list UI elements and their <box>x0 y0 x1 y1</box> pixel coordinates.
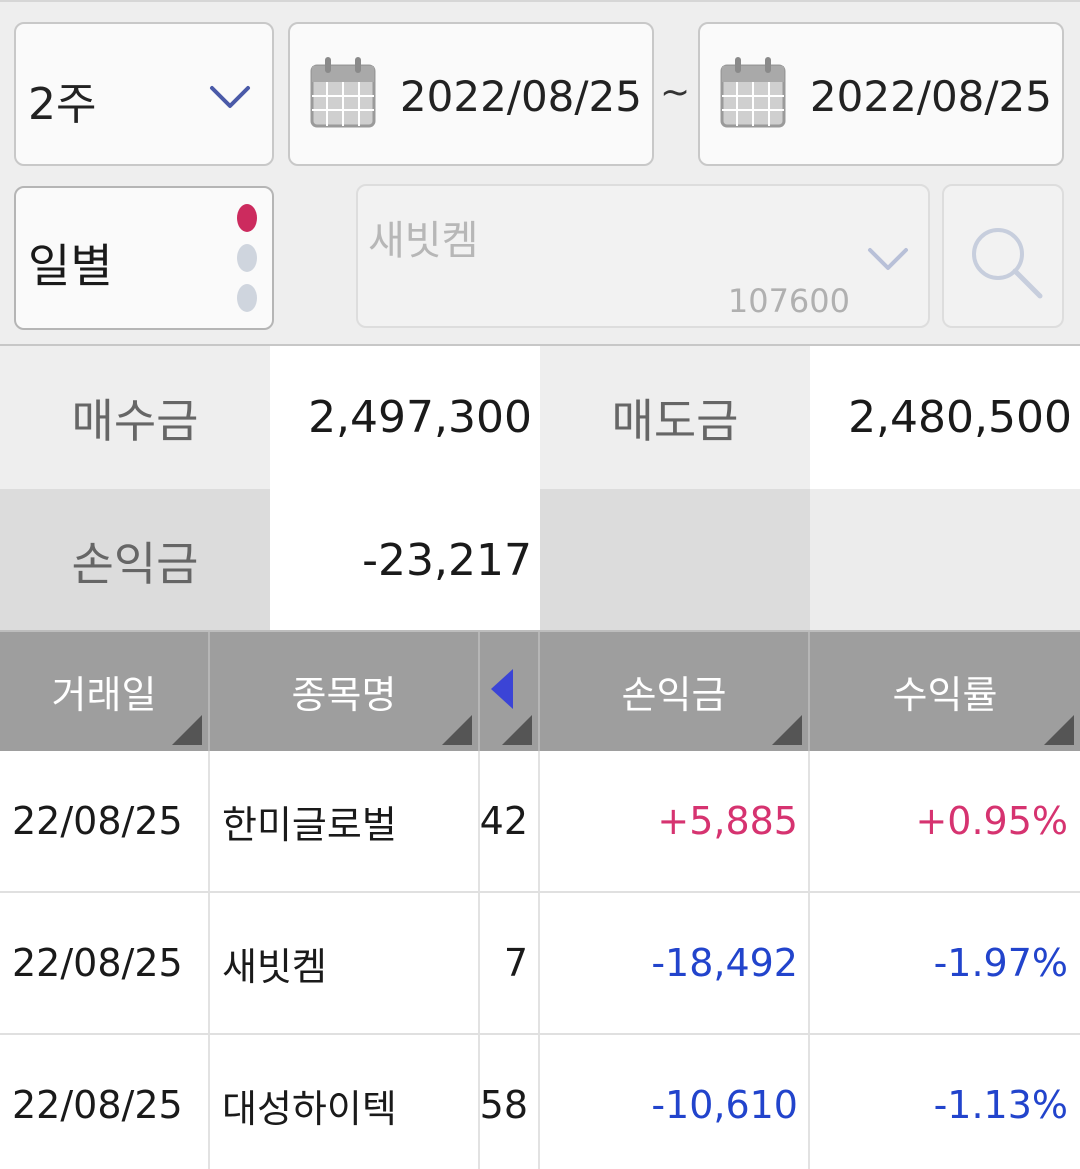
table-row[interactable]: 22/08/25 새빗켐 7 -18,492 -1.97% <box>0 893 1080 1035</box>
row-quantity: 58 <box>479 1083 528 1127</box>
end-date-value: 2022/08/25 <box>809 72 1052 121</box>
sell-amount-label: 매도금 <box>540 346 810 489</box>
date-range-separator: ~ <box>660 72 691 113</box>
page-indicator-dot <box>237 284 257 312</box>
table-row[interactable]: 22/08/25 대성하이텍 58 -10,610 -1.13% <box>0 1035 1080 1169</box>
buy-amount-value: 2,497,300 <box>270 346 540 489</box>
page-indicator-dot <box>237 244 257 272</box>
row-date: 22/08/25 <box>12 1083 183 1127</box>
period-value: 2주 <box>28 79 97 130</box>
table-header: 거래일 종목명 손익금 수익률 <box>0 632 1080 751</box>
row-profit-loss: +5,885 <box>657 799 798 843</box>
view-mode-value: 일별 <box>28 239 113 293</box>
stock-select[interactable]: 새빗켐 107600 <box>356 184 930 328</box>
row-stock-name: 새빗켐 <box>222 944 327 989</box>
sort-corner-icon <box>442 715 472 745</box>
start-date-value: 2022/08/25 <box>399 72 642 121</box>
search-icon <box>972 228 1043 299</box>
calendar-icon <box>720 57 786 128</box>
trade-table: 거래일 종목명 손익금 수익률 22/08/25 한미글로벌 42 +5,885… <box>0 630 1080 1169</box>
buy-amount-label: 매수금 <box>0 346 270 489</box>
period-select[interactable]: 2주 <box>14 22 274 166</box>
col-header-return-rate[interactable]: 수익률 <box>810 632 1080 751</box>
sort-corner-icon <box>1044 715 1074 745</box>
summary-empty-cell <box>810 489 1080 632</box>
row-stock-name: 한미글로벌 <box>222 802 397 847</box>
table-row[interactable]: 22/08/25 한미글로벌 42 +5,885 +0.95% <box>0 751 1080 893</box>
start-date-picker[interactable]: 2022/08/25 <box>288 22 654 166</box>
search-button[interactable] <box>942 184 1064 328</box>
arrow-left-icon <box>491 668 513 709</box>
col-header-profit-loss[interactable]: 손익금 <box>540 632 810 751</box>
end-date-picker[interactable]: 2022/08/25 <box>698 22 1064 166</box>
col-header-date[interactable]: 거래일 <box>0 632 210 751</box>
row-return-rate: +0.95% <box>915 799 1068 843</box>
stock-name: 새빗켐 <box>368 218 479 264</box>
row-return-rate: -1.13% <box>933 1083 1068 1127</box>
summary-empty-cell <box>540 489 810 632</box>
row-stock-name: 대성하이텍 <box>222 1086 397 1131</box>
view-mode-toggle[interactable]: 일별 <box>14 186 274 330</box>
row-quantity: 7 <box>503 941 528 985</box>
sort-corner-icon <box>502 715 532 745</box>
row-date: 22/08/25 <box>12 799 183 843</box>
col-scroll-button[interactable] <box>480 632 540 751</box>
sort-corner-icon <box>772 715 802 745</box>
sell-amount-value: 2,480,500 <box>810 346 1080 489</box>
row-profit-loss: -18,492 <box>651 941 798 985</box>
row-date: 22/08/25 <box>12 941 183 985</box>
col-header-name[interactable]: 종목명 <box>210 632 480 751</box>
stock-code: 107600 <box>727 282 850 320</box>
page-indicator-dot-active <box>237 204 257 232</box>
row-quantity: 42 <box>479 799 528 843</box>
chevron-down-icon <box>210 86 250 108</box>
summary-panel: 매수금 2,497,300 매도금 2,480,500 손익금 -23,217 <box>0 344 1080 632</box>
profit-loss-value: -23,217 <box>270 489 540 632</box>
row-profit-loss: -10,610 <box>651 1083 798 1127</box>
calendar-icon <box>310 57 376 128</box>
row-return-rate: -1.97% <box>933 941 1068 985</box>
profit-loss-label: 손익금 <box>0 489 270 632</box>
sort-corner-icon <box>172 715 202 745</box>
chevron-down-icon <box>868 248 908 270</box>
filter-panel: 2주 2022/08/25 ~ 2022/08/25 일별 새빗켐 107600 <box>0 0 1080 344</box>
